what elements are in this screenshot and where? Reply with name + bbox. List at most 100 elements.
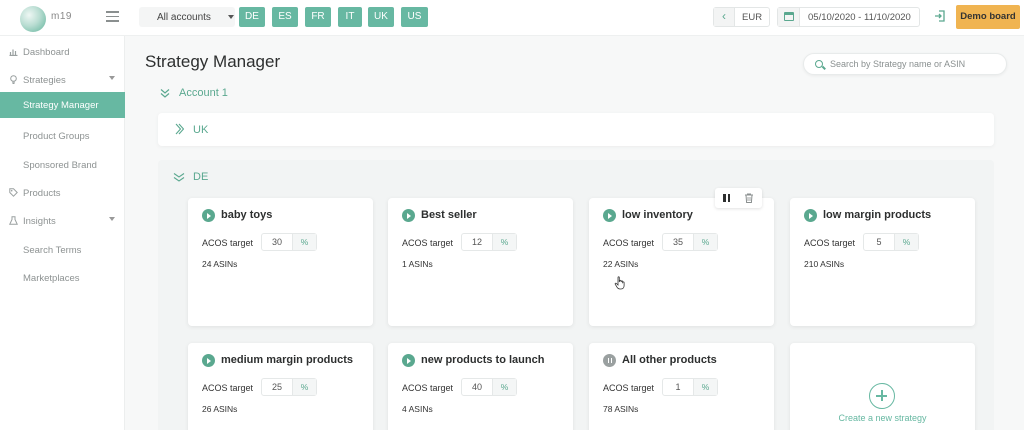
acos-value: 5 xyxy=(876,237,882,247)
play-icon[interactable] xyxy=(202,209,215,222)
paused-icon[interactable] xyxy=(603,354,616,367)
marketplace-button-es[interactable]: ES xyxy=(272,7,298,27)
acos-value: 40 xyxy=(471,382,482,392)
strategy-card[interactable]: Best seller ACOS target 12 % 1 ASINs xyxy=(388,198,573,326)
chevron-down-icon xyxy=(109,76,115,80)
date-range-value: 05/10/2020 - 11/10/2020 xyxy=(808,12,911,23)
search-icon xyxy=(815,60,823,68)
strategy-card[interactable]: All other products ACOS target 1 % 78 AS… xyxy=(589,343,774,430)
pause-icon[interactable] xyxy=(723,194,730,202)
percent-sign: % xyxy=(292,234,316,250)
play-icon[interactable] xyxy=(402,354,415,367)
sidebar-item-strategy-manager[interactable]: Strategy Manager xyxy=(0,92,125,118)
create-strategy-card[interactable]: Create a new strategy xyxy=(790,343,975,430)
plus-circle-icon[interactable] xyxy=(869,383,895,409)
percent-sign: % xyxy=(492,379,516,395)
percent-sign: % xyxy=(693,234,717,250)
acos-input[interactable]: 12 % xyxy=(461,233,517,251)
acos-value: 35 xyxy=(672,237,683,247)
acos-input[interactable]: 1 % xyxy=(662,378,718,396)
strategy-card[interactable]: low margin products ACOS target 5 % 210 … xyxy=(790,198,975,326)
play-icon[interactable] xyxy=(202,354,215,367)
strategy-card[interactable]: new products to launch ACOS target 40 % … xyxy=(388,343,573,430)
date-range-picker[interactable]: 05/10/2020 - 11/10/2020 xyxy=(777,7,920,27)
acos-input[interactable]: 25 % xyxy=(261,378,317,396)
sidebar-item-product-groups[interactable]: Product Groups xyxy=(0,125,125,147)
double-chevron-down-icon xyxy=(173,173,185,182)
sidebar-item-label: Sponsored Brand xyxy=(23,160,97,171)
create-strategy-label: Create a new strategy xyxy=(838,413,927,423)
account-select[interactable]: All accounts xyxy=(139,7,235,27)
marketplace-label: UK xyxy=(193,124,209,136)
acos-label: ACOS target xyxy=(804,238,856,248)
search-input[interactable] xyxy=(830,57,1002,71)
demo-board-button[interactable]: Demo board xyxy=(956,5,1020,29)
play-icon[interactable] xyxy=(402,209,415,222)
bulb-icon xyxy=(10,75,17,84)
asin-count: 4 ASINs xyxy=(402,404,433,414)
asin-count: 210 ASINs xyxy=(804,259,845,269)
play-icon[interactable] xyxy=(804,209,817,222)
percent-sign: % xyxy=(894,234,918,250)
sidebar-item-products[interactable]: Products xyxy=(0,182,125,204)
marketplace-label: DE xyxy=(193,171,209,183)
percent-sign: % xyxy=(693,379,717,395)
card-actions xyxy=(715,188,762,208)
asin-count: 24 ASINs xyxy=(202,259,238,269)
asin-count: 1 ASINs xyxy=(402,259,433,269)
percent-sign: % xyxy=(492,234,516,250)
strategy-name: Best seller xyxy=(421,209,477,221)
logo-icon[interactable] xyxy=(20,6,46,32)
marketplace-button-de[interactable]: DE xyxy=(239,7,265,27)
sidebar-item-label: Products xyxy=(23,188,61,199)
asin-count: 78 ASINs xyxy=(603,404,639,414)
sidebar: Dashboard Strategies Strategy Manager Pr… xyxy=(0,36,125,430)
sidebar-item-sponsored-brand[interactable]: Sponsored Brand xyxy=(0,154,125,176)
calendar-icon xyxy=(778,8,800,26)
marketplace-panel-uk[interactable]: UK xyxy=(158,113,994,146)
marketplace-button-fr[interactable]: FR xyxy=(305,7,331,27)
tag-icon xyxy=(9,188,18,197)
marketplace-button-uk[interactable]: UK xyxy=(368,7,394,27)
chevron-down-icon xyxy=(109,217,115,221)
acos-input[interactable]: 40 % xyxy=(461,378,517,396)
sidebar-item-label: Dashboard xyxy=(23,47,70,58)
top-bar: m19 All accounts DE ES FR IT UK US ‹ EUR… xyxy=(0,0,1024,36)
strategy-card[interactable]: baby toys ACOS target 30 % 24 ASINs xyxy=(188,198,373,326)
marketplace-button-us[interactable]: US xyxy=(401,7,428,27)
sidebar-item-label: Search Terms xyxy=(23,245,82,256)
strategy-card[interactable]: low inventory ACOS target 35 % 22 ASINs xyxy=(589,198,774,326)
chevron-down-icon xyxy=(228,15,234,19)
sidebar-item-dashboard[interactable]: Dashboard xyxy=(0,41,125,63)
sidebar-item-marketplaces[interactable]: Marketplaces xyxy=(0,267,125,289)
acos-input[interactable]: 5 % xyxy=(863,233,919,251)
acos-label: ACOS target xyxy=(402,238,454,248)
chevron-right-icon xyxy=(175,123,184,135)
sidebar-item-label: Product Groups xyxy=(23,131,90,142)
acos-input[interactable]: 35 % xyxy=(662,233,718,251)
logout-icon[interactable] xyxy=(934,10,946,22)
search-box[interactable] xyxy=(803,53,1007,75)
sidebar-item-strategies[interactable]: Strategies xyxy=(0,69,125,91)
acos-value: 25 xyxy=(271,382,282,392)
currency-select[interactable]: ‹ EUR xyxy=(713,7,770,27)
sidebar-item-search-terms[interactable]: Search Terms xyxy=(0,239,125,261)
marketplace-button-it[interactable]: IT xyxy=(338,7,362,27)
strategy-name: low margin products xyxy=(823,209,932,221)
strategy-name: baby toys xyxy=(221,209,273,221)
sidebar-item-label: Strategy Manager xyxy=(23,100,99,111)
strategy-card[interactable]: medium margin products ACOS target 25 % … xyxy=(188,343,373,430)
percent-sign: % xyxy=(292,379,316,395)
acos-label: ACOS target xyxy=(202,383,254,393)
double-chevron-down-icon xyxy=(160,89,170,98)
currency-value: EUR xyxy=(742,12,763,23)
acos-label: ACOS target xyxy=(202,238,254,248)
strategy-name: new products to launch xyxy=(421,354,545,366)
play-icon[interactable] xyxy=(603,209,616,222)
chevron-left-icon[interactable]: ‹ xyxy=(714,8,735,26)
chart-icon xyxy=(9,49,18,56)
menu-icon[interactable] xyxy=(106,11,119,22)
acos-input[interactable]: 30 % xyxy=(261,233,317,251)
trash-icon[interactable] xyxy=(744,193,754,203)
sidebar-item-insights[interactable]: Insights xyxy=(0,210,125,232)
